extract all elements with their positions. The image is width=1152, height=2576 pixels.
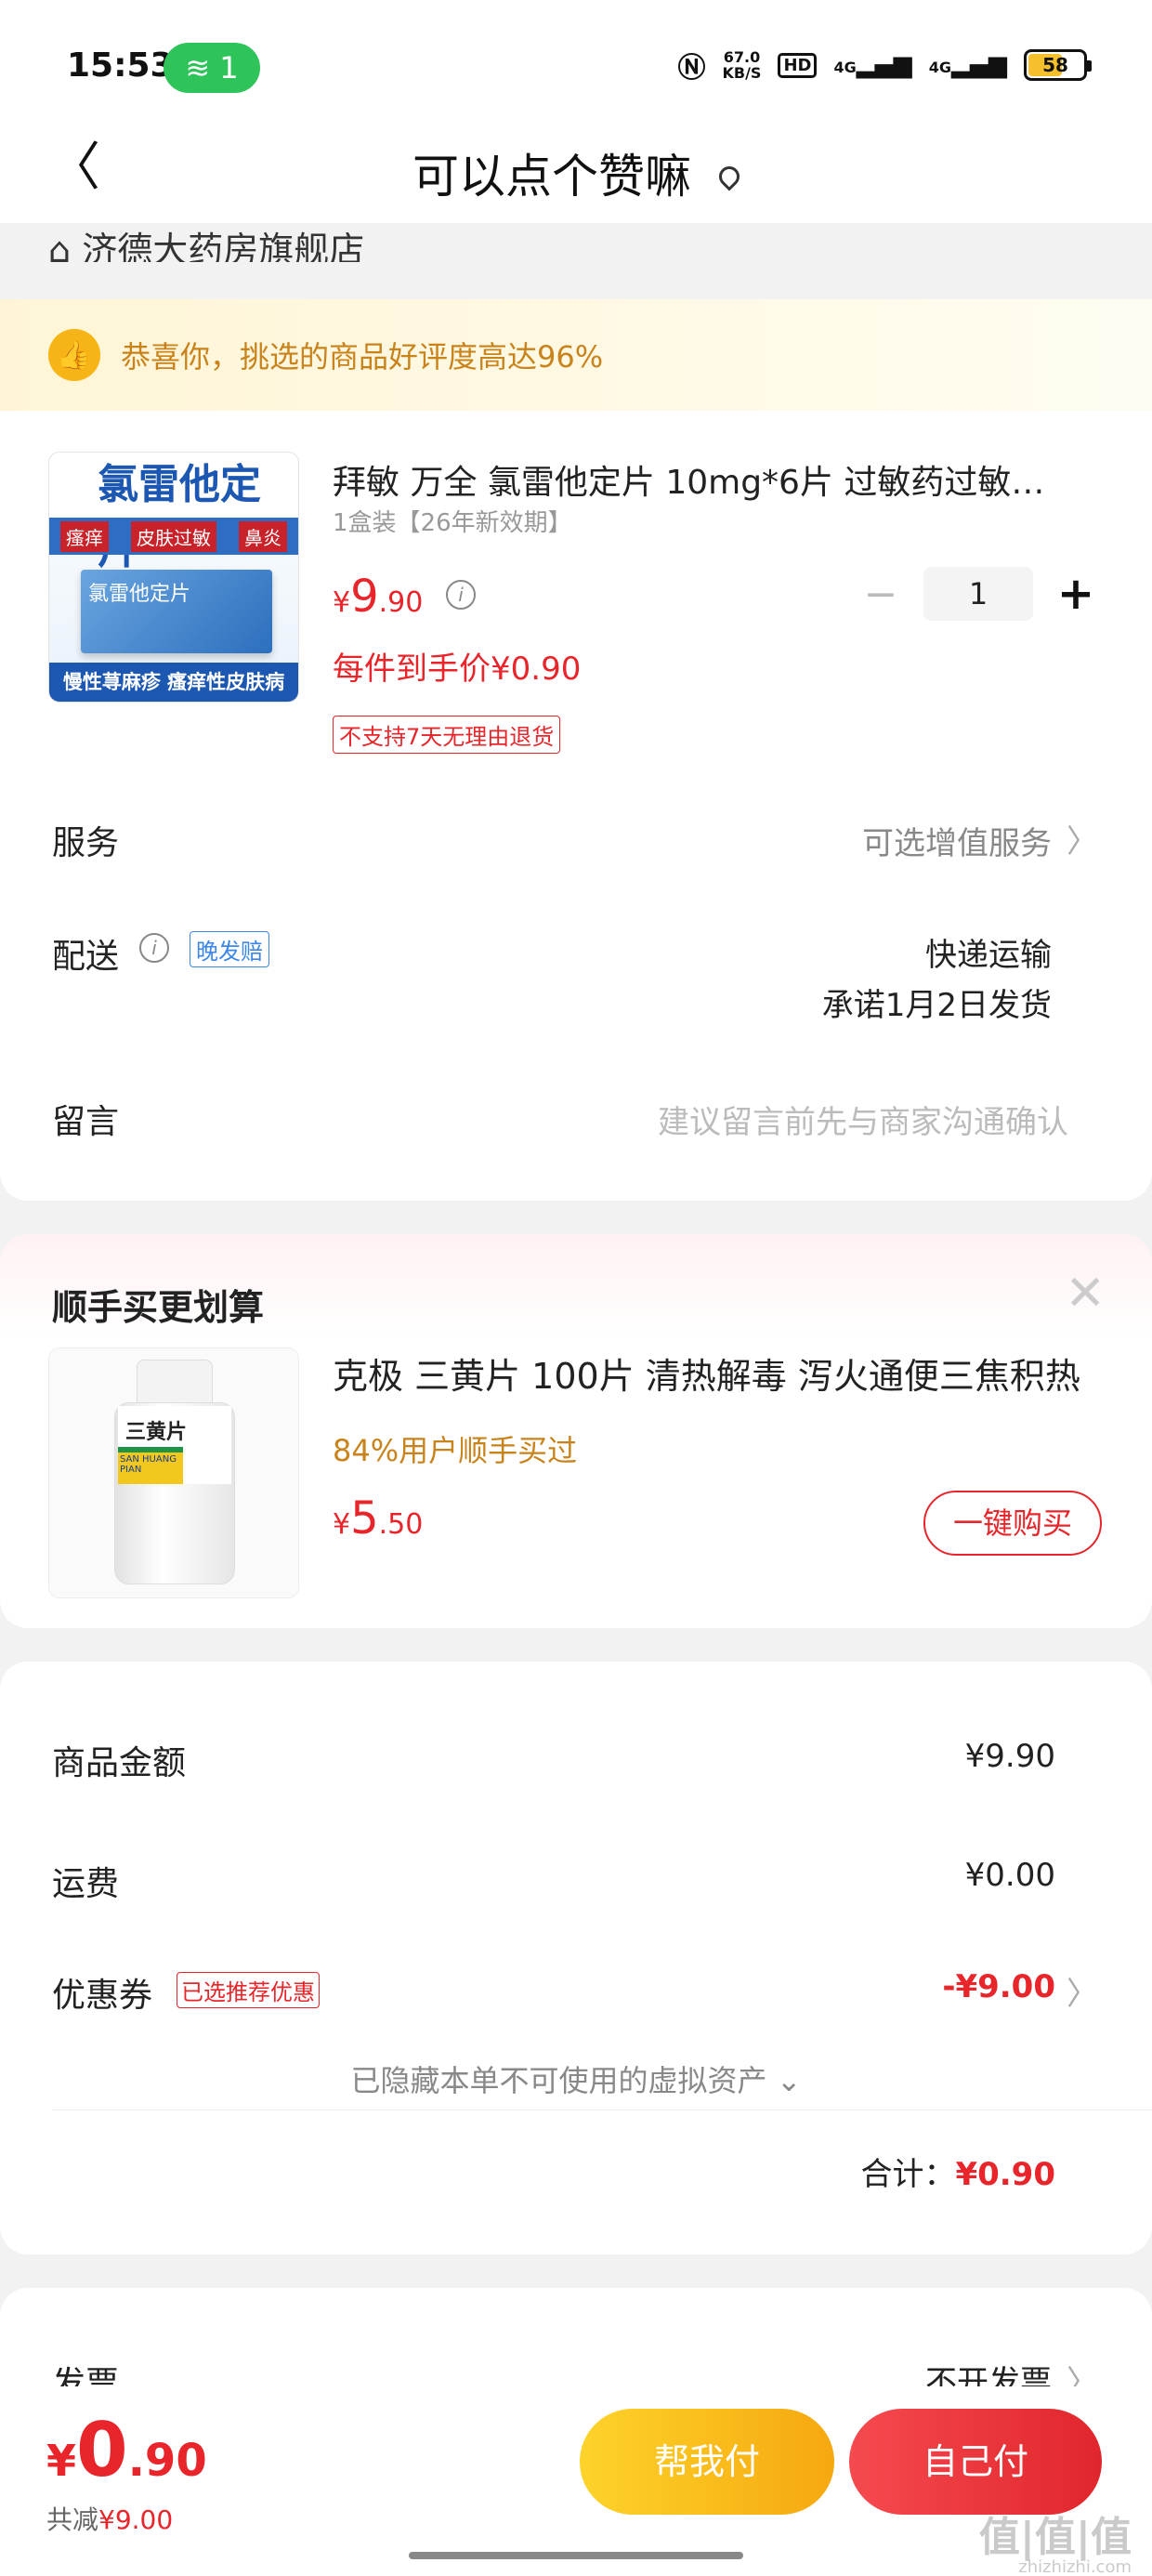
product-image-footer: 慢性荨麻疹 瘙痒性皮肤病 — [49, 663, 298, 702]
delivery-info-icon[interactable]: i — [139, 933, 169, 963]
bottle-image: 三黄片 SAN HUANG PIAN — [114, 1360, 235, 1588]
notice-text: 恭喜你，挑选的商品好评度高达96% — [121, 339, 604, 375]
product-title[interactable]: 拜敏 万全 氯雷他定片 10mg*6片 过敏药过敏性鼻炎 — [333, 455, 1076, 504]
total-label: 合计： — [860, 2156, 956, 2193]
no-return-badge: 不支持7天无理由退货 — [333, 716, 561, 754]
status-icons: Ⓝ 67.0 KB/S HD 4G▂▄▆ 4G▂▄▆ 58 — [677, 45, 1092, 85]
delivery-method[interactable]: 快递运输 — [925, 929, 1052, 975]
shipping-label: 运费 — [52, 1865, 120, 1903]
qty-minus-button[interactable]: − — [853, 571, 909, 618]
delivery-label: 配送 — [52, 938, 120, 976]
watermark-logo: 值|值|值 zhizhizhi.com — [978, 2514, 1132, 2576]
upsell-card: 顺手买更划算 ✕ 三黄片 SAN HUANG PIAN 克极 三黄片 100片 清… — [0, 1234, 1152, 1628]
close-icon[interactable]: ✕ — [1065, 1266, 1106, 1321]
qty-plus-button[interactable]: + — [1048, 568, 1104, 620]
delivery-promise: 承诺1月2日发货 — [821, 987, 1052, 1024]
top-area: 15:53 ≋ 1 Ⓝ 67.0 KB/S HD 4G▂▄▆ 4G▂▄▆ 58 〈… — [0, 0, 1152, 262]
page-title: 可以点个赞嘛 — [0, 139, 1152, 206]
divider — [52, 2109, 1152, 2110]
coupon-chevron-icon[interactable]: 〉 — [1067, 1968, 1098, 2014]
qty-value[interactable]: 1 — [923, 567, 1033, 621]
chevron-down-icon: ⌄ — [766, 2063, 802, 2098]
upsell-product-image[interactable]: 三黄片 SAN HUANG PIAN — [48, 1347, 299, 1598]
message-input[interactable]: 建议留言前先与商家沟通确认 — [658, 1097, 1068, 1142]
product-image-tags: 瘙痒 皮肤过敏 鼻炎 — [49, 518, 298, 555]
product-box-art: 氯雷他定片 — [81, 570, 272, 653]
goods-amount-label: 商品金额 — [52, 1744, 187, 1782]
per-item-price: 每件到手价¥0.90 — [333, 651, 582, 688]
hidden-assets-toggle[interactable]: 已隐藏本单不可使用的虚拟资产 ⌄ — [0, 2057, 1152, 2100]
hd-icon: HD — [778, 52, 818, 78]
status-bar: 15:53 ≋ 1 Ⓝ 67.0 KB/S HD 4G▂▄▆ 4G▂▄▆ 58 — [0, 0, 1152, 138]
summary-card: 商品金额 ¥9.90 运费 ¥0.00 优惠券 已选推荐优惠 -¥9.00 〉 … — [0, 1662, 1152, 2254]
home-indicator[interactable] — [409, 2552, 743, 2559]
location-icon — [714, 161, 744, 191]
service-chevron-icon[interactable]: 〉 — [1067, 816, 1098, 861]
one-click-buy-button[interactable]: 一键购买 — [923, 1491, 1102, 1556]
net-speed: 67.0 KB/S — [722, 48, 762, 82]
late-compensation-badge: 晚发赔 — [190, 931, 269, 967]
product-spec[interactable]: 1盒装【26年新效期】 — [333, 504, 572, 538]
product-price: ¥9.90 — [333, 571, 424, 623]
nfc-icon: Ⓝ — [677, 52, 706, 85]
battery-icon: 58 — [1024, 49, 1092, 81]
product-image-title: 氯雷他定片 — [49, 453, 298, 573]
store-row[interactable]: ⌂ 济德大药房旗舰店 — [48, 221, 364, 262]
service-value[interactable]: 可选增值服务 — [862, 818, 1052, 863]
status-time: 15:53 — [67, 46, 174, 85]
shipping-value: ¥0.00 — [964, 1857, 1055, 1894]
upsell-bought-rate: 84%用户顺手买过 — [333, 1433, 578, 1468]
hotspot-pill[interactable]: ≋ 1 — [164, 43, 260, 93]
order-card: 拜敏 氯雷他定片 瘙痒皮肤过敏鼻炎 氯雷他定片 慢性荨麻疹 瘙痒性皮肤病 拜敏 … — [0, 411, 1152, 1201]
payable-amount: ¥0.90 — [46, 2407, 207, 2493]
upsell-title: 顺手买更划算 — [52, 1287, 265, 1328]
store-icon: ⌂ — [48, 230, 83, 262]
store-name: 济德大药房旗舰店 — [82, 230, 365, 262]
total-row: 合计：¥0.90 — [860, 2149, 1055, 2194]
service-label: 服务 — [52, 824, 120, 862]
total-value: ¥0.90 — [955, 2156, 1055, 2193]
signal-icon-1: 4G▂▄▆ — [833, 51, 912, 79]
thumbs-up-icon: 👍 — [48, 329, 100, 381]
notice-banner: 👍 恭喜你，挑选的商品好评度高达96% — [0, 299, 1152, 411]
quantity-stepper: − 1 + — [853, 567, 1104, 621]
goods-amount-value: ¥9.90 — [964, 1738, 1055, 1775]
discount-total: 共减¥9.00 — [46, 2504, 174, 2535]
coupon-value[interactable]: -¥9.00 — [942, 1968, 1055, 2005]
message-label: 留言 — [52, 1103, 120, 1141]
pay-myself-button[interactable]: 自己付 — [849, 2409, 1102, 2515]
help-me-pay-button[interactable]: 帮我付 — [580, 2409, 834, 2515]
hotspot-count: 1 — [219, 50, 239, 85]
wifi-icon: ≋ — [185, 50, 211, 85]
signal-icon-2: 4G▂▄▆ — [928, 51, 1007, 79]
product-image[interactable]: 拜敏 氯雷他定片 瘙痒皮肤过敏鼻炎 氯雷他定片 慢性荨麻疹 瘙痒性皮肤病 — [48, 452, 299, 703]
upsell-product-name[interactable]: 克极 三黄片 100片 清热解毒 泻火通便三焦积热 — [333, 1347, 1104, 1399]
coupon-label: 优惠券 — [52, 1977, 153, 2015]
price-info-icon[interactable]: i — [446, 580, 476, 610]
coupon-tag: 已选推荐优惠 — [177, 1972, 320, 2008]
upsell-price: ¥5.50 — [333, 1492, 424, 1544]
